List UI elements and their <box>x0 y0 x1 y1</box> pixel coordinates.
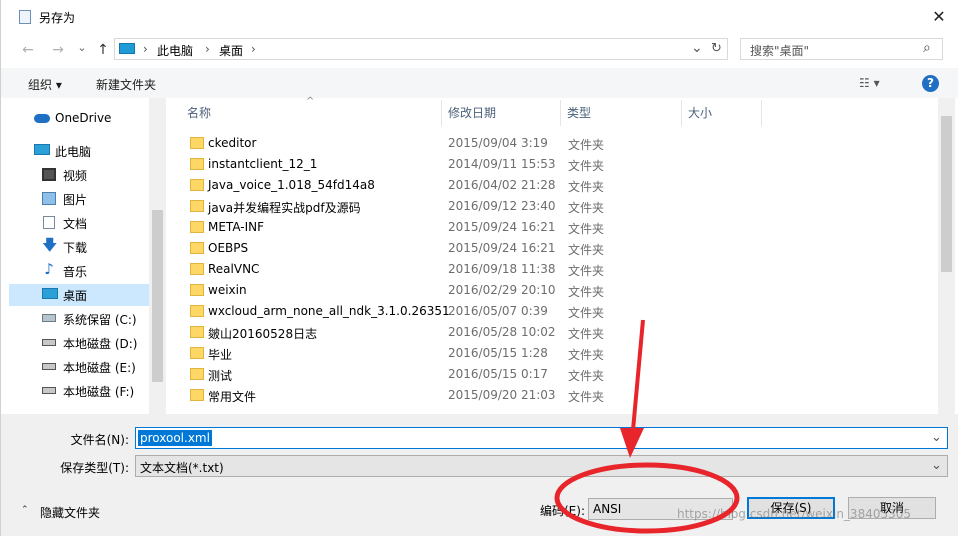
annotation-circle <box>554 462 740 534</box>
annotation-arrow-head <box>620 428 644 458</box>
annotation-overlay <box>554 319 740 534</box>
save-as-dialog: 另存为 ✕ ← → ⌄ ↑ › 此电脑 › 桌面 › ⌄ ↻ 搜索"桌面" ⌕ … <box>0 0 958 536</box>
annotation-arrow-shaft <box>631 319 645 431</box>
